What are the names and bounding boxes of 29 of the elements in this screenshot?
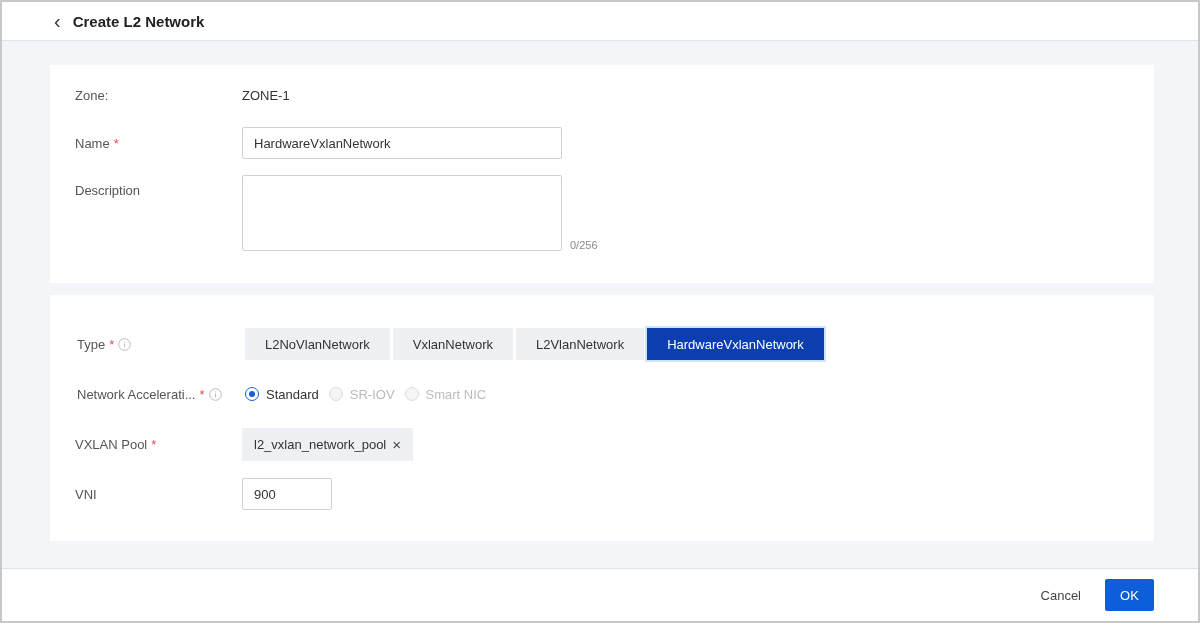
radio-option[interactable]: Standard [245,386,319,402]
name-input[interactable]: HardwareVxlanNetwork [242,127,562,160]
field-label: Description [75,183,141,199]
description-input[interactable] [242,175,562,252]
tag-label: l2_vxlan_network_pool [254,436,387,452]
back-button[interactable]: ‹ [50,11,65,32]
field-label: Type [77,336,106,352]
vni-input[interactable]: 900 [242,478,332,511]
zone-value: ZONE-1 [242,87,290,103]
field-label: VXLAN Pool [75,436,148,452]
character-counter: 0/256 [570,239,598,252]
ok-button[interactable]: OK [1105,579,1154,612]
type-option[interactable]: VxlanNetwork [392,328,513,361]
remove-button[interactable]: × [392,435,402,453]
required-mark: * [199,386,205,402]
info-icon[interactable] [208,387,222,401]
type-option[interactable]: HardwareVxlanNetwork [647,328,824,361]
required-mark: * [151,436,157,452]
required-mark: * [113,135,119,151]
type-option[interactable]: L2NoVlanNetwork [245,328,390,361]
field-label: Name [75,135,110,151]
field-label: Zone: [75,87,109,103]
field-label: VNI [75,486,97,502]
page-title: Create L2 Network [72,12,205,30]
cancel-button[interactable]: Cancel [1026,579,1095,611]
field-label: Network Accelerati... [77,386,196,402]
info-icon[interactable] [118,337,132,351]
type-option[interactable]: L2VlanNetwork [516,328,645,361]
required-mark: * [109,336,115,352]
